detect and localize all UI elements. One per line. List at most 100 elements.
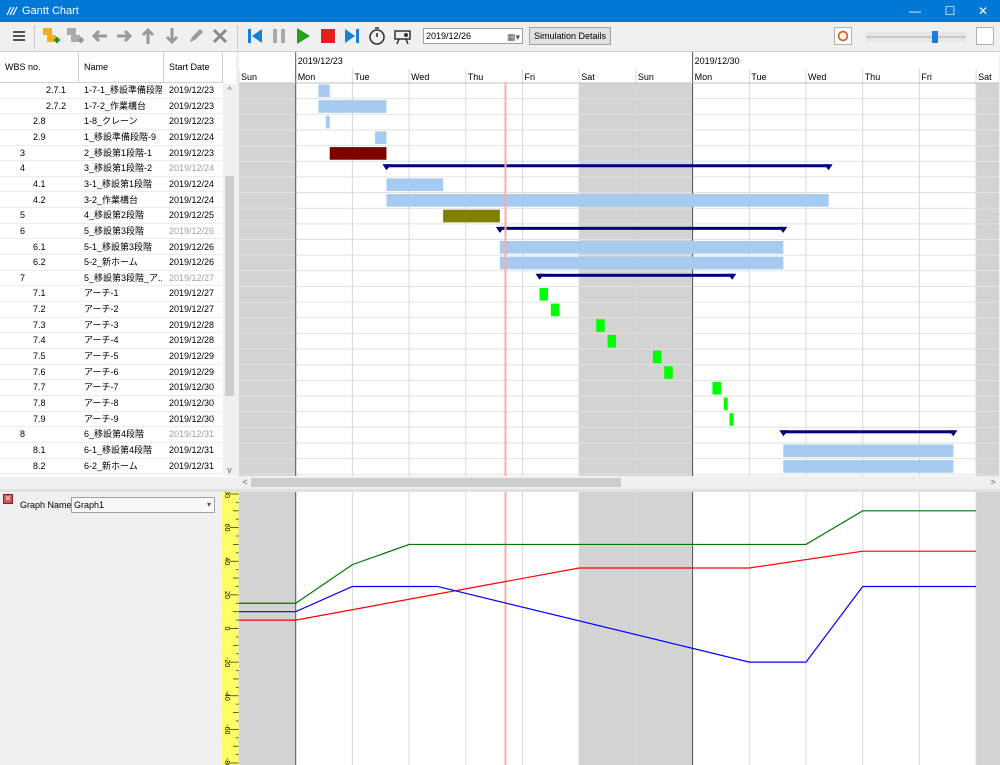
chevron-down-icon: ▾ <box>206 500 211 509</box>
day-label: Tue <box>751 72 766 82</box>
projector-icon[interactable] <box>392 25 414 47</box>
pause-icon[interactable] <box>268 25 290 47</box>
line-chart[interactable]: -80 -60 -40 -20 0 20 40 60 80 <box>221 492 1000 765</box>
wbs-cell: 2.7.1 <box>46 85 67 95</box>
start-date-cell: 2019/12/23 <box>169 116 215 127</box>
column-header-wbs[interactable]: WBS no. <box>0 52 79 83</box>
table-row[interactable]: 8.1 6-1_移設第4段階 2019/12/31 <box>0 443 222 459</box>
pencil-icon[interactable] <box>185 25 207 47</box>
scroll-down-icon[interactable]: v <box>223 464 236 476</box>
table-row[interactable]: 7.2 アーチ-2 2019/12/27 <box>0 302 222 318</box>
column-header-name[interactable]: Name <box>79 52 164 83</box>
wbs-cell: 2.8 <box>33 116 46 127</box>
wbs-cell: 7.1 <box>33 288 46 299</box>
table-row[interactable]: 8.2 6-2_新ホーム 2019/12/31 <box>0 459 222 475</box>
table-row[interactable]: 3 2_移設第1段階-1 2019/12/23 <box>0 146 222 162</box>
add-subtask-icon[interactable] <box>64 25 86 47</box>
zoom-slider[interactable] <box>866 31 966 43</box>
skip-start-icon[interactable] <box>244 25 266 47</box>
scrollbar-thumb[interactable] <box>251 478 621 487</box>
stop-icon[interactable] <box>317 25 339 47</box>
scroll-left-icon[interactable]: < <box>239 476 251 489</box>
task-bar <box>318 100 387 113</box>
weekend-shade <box>635 492 693 765</box>
table-row[interactable]: 4 3_移設第1段階-2 2019/12/24 <box>0 161 222 177</box>
table-row[interactable]: 7.7 アーチ-7 2019/12/30 <box>0 380 222 396</box>
menu-icon[interactable] <box>8 25 30 47</box>
table-row[interactable]: 6.2 5-2_新ホーム 2019/12/26 <box>0 255 222 271</box>
graph-name-select[interactable]: Graph1 ▾ <box>71 497 215 513</box>
wbs-cell: 7.8 <box>33 398 46 408</box>
app-icon <box>6 6 18 16</box>
table-row[interactable]: 8 6_移設第4段階 2019/12/31 <box>0 427 222 443</box>
wbs-cell: 3 <box>20 147 26 158</box>
table-row[interactable]: 7 5_移設第3段階_ア... 2019/12/27 <box>0 271 222 287</box>
close-button[interactable]: ✕ <box>966 0 1000 22</box>
name-cell: 1-7-1_移設準備段階 <box>84 85 162 95</box>
delete-icon[interactable] <box>209 25 231 47</box>
table-row[interactable]: 7.9 アーチ-9 2019/12/30 <box>0 412 222 428</box>
weekend-shade <box>239 83 296 477</box>
gantt-horizontal-scrollbar[interactable]: < > <box>239 476 999 489</box>
panel-icon[interactable] <box>976 27 994 45</box>
maximize-button[interactable]: ☐ <box>933 0 967 22</box>
table-row[interactable]: 2.7.1 1-7-1_移設準備段階 2019/12/23 <box>0 83 222 99</box>
scroll-right-icon[interactable]: > <box>987 476 999 489</box>
arrow-up-icon[interactable] <box>137 25 159 47</box>
wbs-cell: 4.1 <box>33 178 46 189</box>
name-cell: 5_移設第3段階 <box>84 225 145 236</box>
table-row[interactable]: 2.7.2 1-7-2_作業構台 2019/12/23 <box>0 99 222 115</box>
date-picker[interactable]: 2019/12/26 ▦▾ <box>423 28 523 44</box>
scrollbar-thumb[interactable] <box>225 176 234 396</box>
toolbar-separator <box>237 25 238 49</box>
table-row[interactable]: 7.4 アーチ-4 2019/12/28 <box>0 333 222 349</box>
refresh-icon[interactable] <box>834 27 852 45</box>
grid-vertical-scrollbar[interactable]: ^ v <box>223 84 236 476</box>
task-bar <box>550 303 560 317</box>
table-row[interactable]: 2.9 1_移設準備段階-9 2019/12/24 <box>0 130 222 146</box>
add-task-icon[interactable] <box>40 25 62 47</box>
table-row[interactable]: 6.1 5-1_移設第3段階 2019/12/26 <box>0 240 222 256</box>
task-bar <box>664 366 673 379</box>
play-icon[interactable] <box>292 25 314 47</box>
table-row[interactable]: 7.6 アーチ-6 2019/12/29 <box>0 365 222 381</box>
wbs-cell: 4 <box>20 163 26 174</box>
gantt-chart[interactable]: Sun Mon Tue Wed Thu Fri Sat Sun Mon Tue Wed Thu Fri S… <box>239 52 999 477</box>
table-row[interactable]: 7.3 アーチ-3 2019/12/28 <box>0 318 222 334</box>
y-tick-label: -40 <box>223 691 230 701</box>
y-tick-label: 0 <box>223 627 230 631</box>
y-tick-label: 80 <box>223 492 230 498</box>
table-row[interactable]: 7.1 アーチ-1 2019/12/27 <box>0 286 222 303</box>
slider-thumb[interactable] <box>931 31 938 43</box>
arrow-down-icon[interactable] <box>161 25 183 47</box>
arrow-right-icon[interactable] <box>113 25 135 47</box>
start-date-cell: 2019/12/25 <box>169 210 215 221</box>
table-row[interactable]: 4.2 3-2_作業構台 2019/12/24 <box>0 193 222 209</box>
column-header-start[interactable]: Start Date <box>164 52 223 83</box>
name-cell: 5-2_新ホーム <box>84 257 138 268</box>
scroll-up-icon[interactable]: ^ <box>223 84 236 96</box>
start-date-cell: 2019/12/31 <box>169 444 215 455</box>
name-cell: 3_移設第1段階-2 <box>84 163 153 174</box>
table-row[interactable]: 6 5_移設第3段階 2019/12/26 <box>0 224 222 240</box>
minimize-button[interactable]: — <box>898 0 932 22</box>
task-bar <box>539 287 549 301</box>
summary-bar <box>499 226 784 230</box>
wbs-cell: 4.2 <box>33 194 46 205</box>
calendar-dropdown-icon[interactable]: ▦▾ <box>507 30 520 44</box>
table-row[interactable]: 4.1 3-1_移設第1段階 2019/12/24 <box>0 177 222 193</box>
table-row[interactable]: 7.5 アーチ-5 2019/12/29 <box>0 349 222 365</box>
table-row[interactable]: 7.8 アーチ-8 2019/12/30 <box>0 396 222 412</box>
week-label: 2019/12/23 <box>298 56 343 66</box>
start-date-cell: 2019/12/26 <box>169 257 215 268</box>
simulation-details-button[interactable]: Simulation Details <box>529 27 611 45</box>
stopwatch-icon[interactable] <box>366 25 388 47</box>
close-icon[interactable]: ✕ <box>3 494 13 504</box>
start-date-cell: 2019/12/24 <box>169 163 215 174</box>
table-row[interactable]: 5 4_移設第2段階 2019/12/25 <box>0 208 222 224</box>
task-bar <box>607 334 617 348</box>
skip-end-icon[interactable] <box>341 25 363 47</box>
arrow-left-icon[interactable] <box>89 25 111 47</box>
y-tick-label: 40 <box>223 557 230 565</box>
table-row[interactable]: 2.8 1-8_クレーン 2019/12/23 <box>0 114 222 130</box>
